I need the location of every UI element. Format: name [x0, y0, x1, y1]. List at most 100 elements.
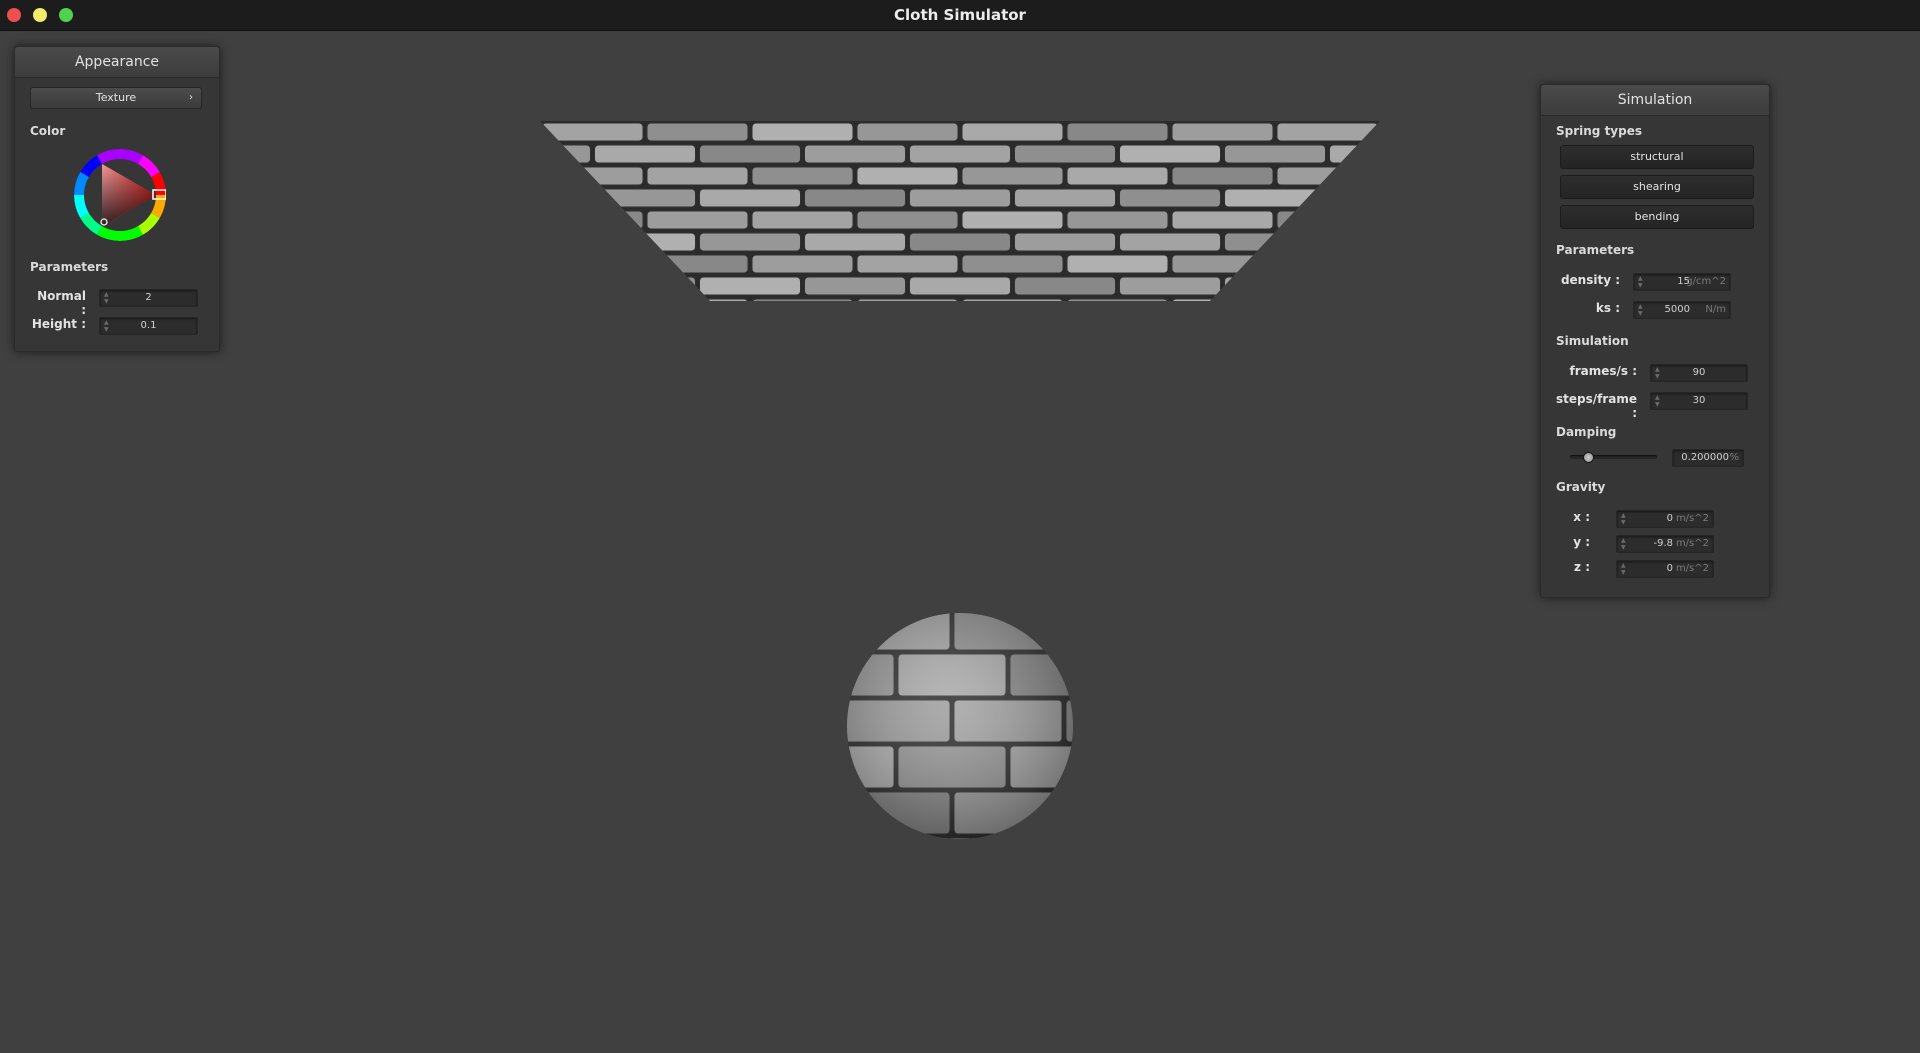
damping-input[interactable]: 0.200000 % [1672, 449, 1744, 467]
brick-tile [541, 298, 644, 301]
brick-tile [594, 188, 696, 208]
brick-tile [1066, 254, 1169, 274]
brick-tile [1119, 232, 1221, 252]
brick-tile [1014, 188, 1116, 208]
damping-slider[interactable] [1570, 451, 1657, 463]
brick-tile [804, 144, 906, 164]
brick-tile [646, 210, 749, 230]
brick-sphere[interactable] [786, 606, 1174, 880]
spring-types-label: Spring types [1556, 124, 1643, 138]
brick-tile [751, 298, 854, 301]
simulation-parameters-label: Parameters [1556, 243, 1635, 257]
brick-tile [804, 188, 906, 208]
spinner-arrows-icon[interactable]: ▲ ▼ [1638, 303, 1643, 317]
brick-tile [541, 122, 644, 142]
brick-tile [540, 232, 591, 252]
gravity-label: Gravity [1556, 480, 1606, 494]
brick-tile [804, 276, 906, 296]
color-wheel[interactable] [74, 149, 167, 241]
spinner-arrows-icon[interactable]: ▲ ▼ [1621, 562, 1626, 576]
simulation-section-label: Simulation [1556, 334, 1629, 348]
brick-tile [909, 188, 1011, 208]
gravity-z-input[interactable]: ▲ ▼ 0 m/s^2 [1616, 560, 1714, 578]
damping-value: 0.200000 [1681, 452, 1729, 463]
brick-tile [699, 144, 801, 164]
ks-label: ks : [1595, 301, 1620, 315]
brick-tile [897, 837, 1007, 839]
brick-tile [1224, 144, 1326, 164]
shearing-spring-toggle[interactable]: shearing [1560, 175, 1754, 199]
brick-tile [541, 210, 644, 230]
normal-input[interactable]: ▲ ▼ 2 [99, 289, 198, 307]
brick-tile [1329, 144, 1380, 164]
brick-tile [1014, 232, 1116, 252]
structural-label: structural [1630, 150, 1684, 163]
texture-popup-label: Texture [95, 91, 137, 104]
brick-tile [1224, 276, 1326, 296]
gravity-y-unit: m/s^2 [1675, 538, 1709, 549]
brick-tile [1276, 210, 1379, 230]
brick-tile [961, 166, 1064, 186]
brick-tile [699, 276, 801, 296]
damping-unit: % [1729, 452, 1739, 463]
spinner-arrows-icon[interactable]: ▲ ▼ [1638, 275, 1643, 289]
height-input[interactable]: ▲ ▼ 0.1 [99, 317, 198, 335]
texture-popup-button[interactable]: Texture › [30, 87, 202, 109]
brick-tile [1171, 254, 1274, 274]
gravity-z-unit: m/s^2 [1675, 563, 1709, 574]
ks-input[interactable]: ▲ ▼ 5000 N/m [1633, 301, 1731, 319]
brick-tile [1224, 188, 1326, 208]
height-label: Height : [31, 317, 86, 331]
brick-tile [1171, 166, 1274, 186]
brick-tile [1014, 144, 1116, 164]
spinner-arrows-icon[interactable]: ▲ ▼ [1621, 537, 1626, 551]
gravity-x-value: 0 [1666, 513, 1673, 524]
brick-tile [540, 276, 591, 296]
brick-tile [646, 166, 749, 186]
damping-slider-knob[interactable] [1582, 451, 1594, 463]
brick-tile [856, 166, 959, 186]
brick-tile [1224, 232, 1326, 252]
steps-per-frame-input[interactable]: ▲ ▼ 30 [1650, 392, 1748, 410]
window-title: Cloth Simulator [894, 6, 1026, 24]
chevron-right-icon: › [189, 92, 193, 103]
appearance-panel-title: Appearance [15, 47, 219, 78]
brick-tile [751, 210, 854, 230]
gravity-y-label: y : [1573, 535, 1590, 549]
normal-value: 2 [145, 292, 152, 303]
gravity-x-unit: m/s^2 [1675, 513, 1709, 524]
appearance-parameters-label: Parameters [30, 260, 109, 274]
brick-tile [1014, 276, 1116, 296]
gravity-z-value: 0 [1666, 563, 1673, 574]
brick-tile [594, 232, 696, 252]
gravity-y-input[interactable]: ▲ ▼ -9.8 m/s^2 [1616, 535, 1714, 553]
spinner-arrows-icon[interactable]: ▲ ▼ [1621, 512, 1626, 526]
brick-tile [1066, 210, 1169, 230]
density-input[interactable]: ▲ ▼ 15 g/cm^2 [1633, 273, 1731, 291]
density-label: density : [1560, 273, 1620, 287]
frames-per-second-input[interactable]: ▲ ▼ 90 [1650, 364, 1748, 382]
gravity-y-value: -9.8 [1653, 538, 1673, 549]
density-unit: g/cm^2 [1686, 276, 1726, 287]
bending-spring-toggle[interactable]: bending [1560, 205, 1754, 229]
gravity-x-input[interactable]: ▲ ▼ 0 m/s^2 [1616, 510, 1714, 528]
frames-per-second-value: 90 [1692, 367, 1706, 378]
brick-tile [540, 188, 591, 208]
brick-tile [1276, 298, 1379, 301]
frames-per-second-label: frames/s : [1569, 364, 1637, 378]
steps-per-frame-value: 30 [1692, 395, 1706, 406]
color-section-label: Color [30, 124, 66, 138]
gravity-z-label: z : [1574, 560, 1590, 574]
color-wheel-graphic[interactable] [74, 149, 167, 241]
brick-tile [1119, 276, 1221, 296]
brick-tile [1276, 166, 1379, 186]
structural-spring-toggle[interactable]: structural [1560, 145, 1754, 169]
appearance-panel: Appearance Texture › Color Parameters No… [14, 46, 220, 352]
brick-tile [961, 298, 1064, 301]
brick-tile [909, 276, 1011, 296]
height-value: 0.1 [140, 320, 157, 331]
brick-tile [1276, 122, 1379, 142]
brick-tile [1329, 276, 1380, 296]
brick-tile [961, 254, 1064, 274]
brick-cloth[interactable] [490, 121, 1431, 317]
